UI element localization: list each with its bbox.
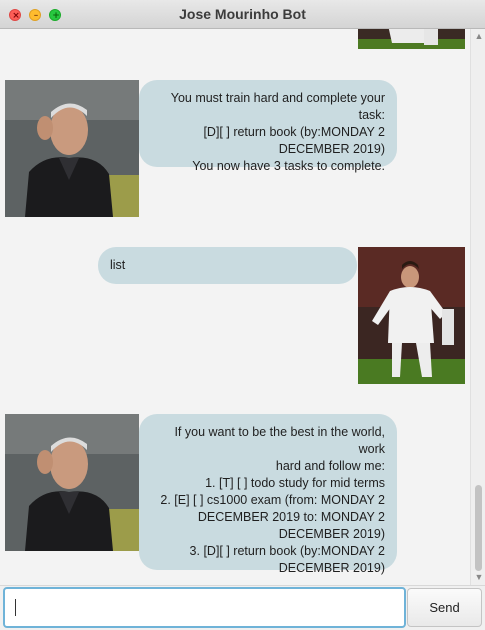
ronaldo-avatar <box>358 29 465 49</box>
chat-scrollbar[interactable]: ▲ ▼ <box>470 29 485 585</box>
message-line: You must train hard and complete your ta… <box>170 91 385 122</box>
window-title: Jose Mourinho Bot <box>179 6 306 22</box>
bot-message-bubble: If you want to be the best in the world,… <box>139 414 397 575</box>
mourinho-avatar <box>5 414 139 551</box>
message-line: 2. [E] [ ] cs1000 exam (from: MONDAY 2 <box>160 493 385 507</box>
mourinho-avatar <box>5 80 139 217</box>
message-line: 3. [D][ ] return book (by:MONDAY 2 <box>189 544 385 558</box>
window-titlebar: × – + Jose Mourinho Bot <box>0 0 485 29</box>
user-message-bubble: list <box>98 247 357 284</box>
message-line: DECEMBER 2019 to: MONDAY 2 <box>197 510 385 524</box>
mourinho-photo <box>5 80 139 217</box>
message-line: You now have 3 tasks to complete. <box>192 159 385 173</box>
message-line: DECEMBER 2019) <box>278 527 385 541</box>
ronaldo-photo <box>358 29 465 49</box>
bot-message-bubble: You must train hard and complete your ta… <box>139 80 397 173</box>
mourinho-photo <box>5 414 139 551</box>
message-line: DECEMBER 2019) <box>278 142 385 156</box>
ronaldo-avatar <box>358 247 465 384</box>
chat-scroll-area[interactable]: You must train hard and complete your ta… <box>0 29 470 585</box>
message-line: list <box>110 258 126 272</box>
scroll-up-icon[interactable]: ▲ <box>474 31 484 41</box>
message-line: If you want to be the best in the world,… <box>174 425 385 456</box>
message-line: DECEMBER 2019) <box>278 561 385 575</box>
message-line: hard and follow me: <box>275 459 385 473</box>
text-caret <box>15 599 16 616</box>
scrollbar-thumb[interactable] <box>475 485 482 571</box>
scroll-down-icon[interactable]: ▼ <box>474 572 484 582</box>
message-line: [D][ ] return book (by:MONDAY 2 <box>203 125 385 139</box>
message-input[interactable] <box>3 587 406 628</box>
message-line: 1. [T] [ ] todo study for mid terms <box>205 476 385 490</box>
ronaldo-photo <box>358 247 465 384</box>
send-button[interactable]: Send <box>407 588 482 627</box>
